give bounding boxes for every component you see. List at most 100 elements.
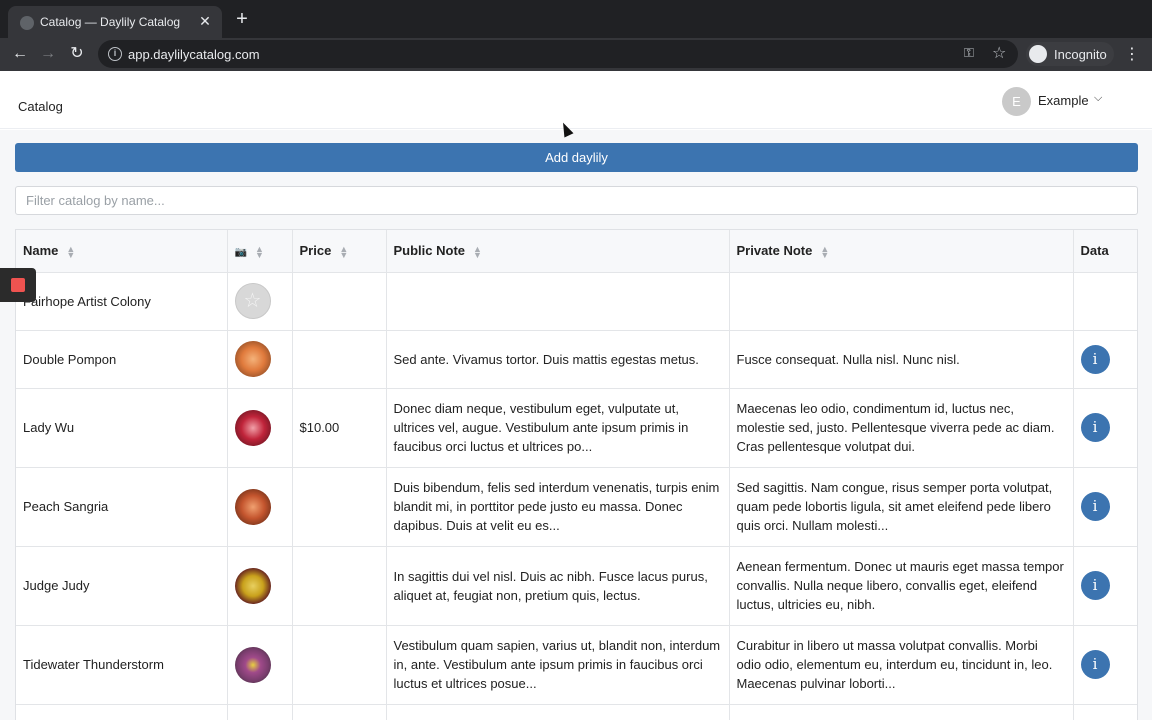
cell-private-note bbox=[729, 272, 1074, 331]
tab-title: Catalog — Daylily Catalog bbox=[40, 15, 181, 29]
avatar[interactable]: E bbox=[1002, 87, 1031, 116]
info-button[interactable]: i bbox=[1080, 650, 1110, 679]
column-header-private-note[interactable]: Private Note ▲ ▼ bbox=[729, 230, 1074, 273]
cell-public-note: Sed ante. Vivamus tortor. Duis mattis eg… bbox=[386, 330, 730, 389]
cell-private-note: Sed sagittis. Nam congue, risus semper p… bbox=[729, 467, 1074, 547]
browser-toolbar: ← → ↻ i app.daylilycatalog.com ⚿ ☆ Incog… bbox=[0, 38, 1152, 71]
stop-icon bbox=[11, 278, 25, 292]
cell-data: i bbox=[1073, 546, 1137, 626]
star-icon[interactable]: ☆ bbox=[992, 43, 1006, 63]
cell-public-note: Vestibulum quam sapien, varius ut, bland… bbox=[386, 625, 730, 705]
nav-catalog[interactable]: Catalog bbox=[18, 99, 63, 114]
sort-icon[interactable]: ▲ ▼ bbox=[255, 244, 264, 259]
cell-image[interactable] bbox=[227, 546, 293, 626]
table-header-row: Name ▲ ▼ 📷 ▲ ▼ Price ▲ ▼ Public Note ▲ ▼ Private… bbox=[16, 230, 1137, 273]
info-button[interactable]: i bbox=[1080, 413, 1110, 442]
flower-thumbnail bbox=[234, 341, 271, 377]
add-daylily-button[interactable]: Add daylily bbox=[15, 143, 1138, 172]
table-row[interactable]: Tidewater Thunderstorm Vestibulum quam s… bbox=[16, 625, 1137, 705]
cell-price bbox=[292, 625, 387, 705]
cell-image[interactable] bbox=[227, 625, 293, 705]
cell-private-note: Aenean fermentum. Donec ut mauris eget m… bbox=[729, 546, 1074, 626]
table-row[interactable]: Fairhope Artist Colony bbox=[16, 272, 1137, 331]
cell-private-note: Fusce consequat. Nulla nisl. Nunc nisl. bbox=[729, 330, 1074, 389]
cell-price: $10.00 bbox=[292, 388, 387, 468]
column-label: Public Note bbox=[393, 243, 466, 259]
cell-name[interactable]: Lady Wu bbox=[16, 388, 228, 468]
flower-thumbnail bbox=[234, 488, 271, 525]
column-label: Data bbox=[1080, 243, 1109, 259]
browser-tabbar: Catalog — Daylily Catalog ✕ + bbox=[0, 0, 1152, 38]
cell-data: i bbox=[1073, 388, 1137, 468]
table-row[interactable]: Judge Judy In sagittis dui vel nisl. Dui… bbox=[16, 546, 1137, 626]
cell-image[interactable] bbox=[227, 330, 293, 389]
cell-name[interactable]: Fairhope Artist Colony bbox=[16, 272, 228, 331]
key-icon[interactable]: ⚿ bbox=[964, 45, 974, 61]
sort-icon[interactable]: ▲ ▼ bbox=[66, 244, 75, 259]
sort-icon[interactable]: ▲ ▼ bbox=[820, 244, 829, 259]
cell-public-note: Duis bibendum, felis sed interdum venena… bbox=[386, 467, 730, 547]
cell-price bbox=[292, 272, 387, 331]
cell-image[interactable] bbox=[227, 272, 293, 331]
table-row[interactable]: Lady Wu $10.00 Donec diam neque, vestibu… bbox=[16, 388, 1137, 468]
table-row[interactable] bbox=[16, 704, 1137, 720]
cell-private-note: Maecenas leo odio, condimentum id, luctu… bbox=[729, 388, 1074, 468]
cell-data: i bbox=[1073, 467, 1137, 547]
flower-thumbnail bbox=[234, 409, 271, 446]
placeholder-flower-icon bbox=[234, 283, 271, 319]
sort-icon[interactable]: ▲ ▼ bbox=[339, 244, 348, 259]
browser-tab[interactable]: Catalog — Daylily Catalog ✕ bbox=[8, 6, 222, 38]
user-name[interactable]: Example bbox=[1038, 93, 1089, 108]
chevron-down-icon[interactable]: ⌵ bbox=[1094, 92, 1102, 105]
flower-thumbnail bbox=[234, 646, 271, 683]
column-header-data: Data bbox=[1073, 230, 1137, 273]
info-button[interactable]: i bbox=[1080, 344, 1110, 374]
cell-name[interactable]: Judge Judy bbox=[16, 546, 228, 626]
app-header: Catalog E Example ⌵ bbox=[0, 71, 1152, 129]
cell-public-note bbox=[386, 272, 730, 331]
column-header-name[interactable]: Name ▲ ▼ bbox=[16, 230, 228, 273]
cell-name[interactable]: Double Pompon bbox=[16, 330, 228, 389]
address-bar[interactable]: i app.daylilycatalog.com ⚿ ☆ bbox=[98, 40, 1018, 68]
column-label: Name bbox=[23, 243, 59, 259]
url-text[interactable]: app.daylilycatalog.com bbox=[128, 47, 260, 62]
forward-icon[interactable]: → bbox=[38, 44, 58, 64]
cell-image[interactable] bbox=[227, 388, 293, 468]
cell-public-note: In sagittis dui vel nisl. Duis ac nibh. … bbox=[386, 546, 730, 626]
info-icon[interactable]: i bbox=[108, 47, 122, 61]
cell-price bbox=[292, 330, 387, 389]
cell-price bbox=[292, 467, 387, 547]
info-button[interactable]: i bbox=[1080, 571, 1110, 600]
column-header-price[interactable]: Price ▲ ▼ bbox=[292, 230, 387, 273]
cell-name[interactable]: Tidewater Thunderstorm bbox=[16, 625, 228, 705]
catalog-table: Name ▲ ▼ 📷 ▲ ▼ Price ▲ ▼ Public Note ▲ ▼ Private… bbox=[15, 229, 1138, 720]
flower-thumbnail bbox=[234, 567, 271, 604]
cell-data bbox=[1073, 272, 1137, 331]
column-label: Private Note bbox=[736, 243, 813, 259]
stop-recording-button[interactable] bbox=[0, 268, 36, 302]
column-label: Price bbox=[299, 243, 332, 259]
cell-price bbox=[292, 546, 387, 626]
table-row[interactable]: Peach Sangria Duis bibendum, felis sed i… bbox=[16, 467, 1137, 547]
sort-icon[interactable]: ▲ ▼ bbox=[473, 244, 482, 259]
reload-icon[interactable]: ↻ bbox=[67, 44, 87, 64]
kebab-menu-icon[interactable]: ⋮ bbox=[1124, 44, 1140, 64]
column-header-image[interactable]: 📷 ▲ ▼ bbox=[227, 230, 293, 273]
incognito-label: Incognito bbox=[1054, 47, 1107, 62]
incognito-icon bbox=[1029, 45, 1047, 63]
cell-name[interactable]: Peach Sangria bbox=[16, 467, 228, 547]
cell-image[interactable] bbox=[227, 467, 293, 547]
globe-icon bbox=[20, 16, 34, 30]
cell-data: i bbox=[1073, 330, 1137, 389]
info-button[interactable]: i bbox=[1080, 492, 1110, 521]
cell-private-note: Curabitur in libero ut massa volutpat co… bbox=[729, 625, 1074, 705]
column-header-public-note[interactable]: Public Note ▲ ▼ bbox=[386, 230, 730, 273]
table-row[interactable]: Double Pompon Sed ante. Vivamus tortor. … bbox=[16, 330, 1137, 389]
camera-icon: 📷 bbox=[234, 247, 247, 259]
back-icon[interactable]: ← bbox=[10, 44, 30, 64]
new-tab-icon[interactable]: + bbox=[232, 9, 252, 30]
filter-input[interactable] bbox=[15, 186, 1138, 215]
incognito-badge[interactable]: Incognito bbox=[1026, 42, 1114, 66]
close-icon[interactable]: ✕ bbox=[196, 12, 214, 30]
cell-public-note: Donec diam neque, vestibulum eget, vulpu… bbox=[386, 388, 730, 468]
